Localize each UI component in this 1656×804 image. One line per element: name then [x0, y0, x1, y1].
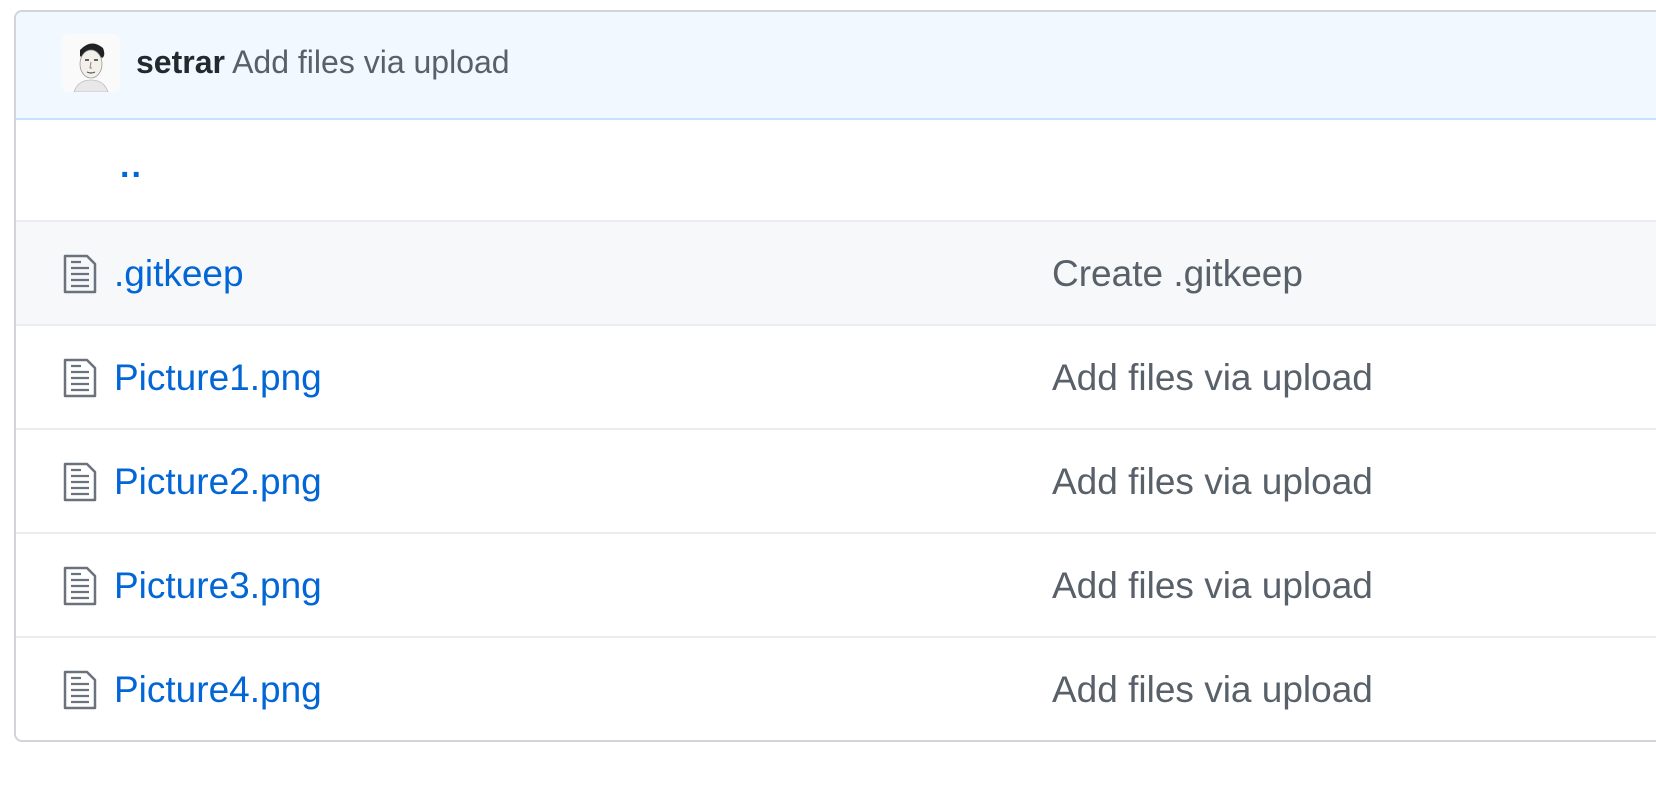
file-commit-message-link[interactable]: Add files via upload	[1052, 460, 1373, 504]
file-commit-message-link[interactable]: Add files via upload	[1052, 564, 1373, 608]
file-row: Picture3.png Add files via upload	[16, 534, 1656, 638]
file-name-link[interactable]: Picture3.png	[114, 564, 322, 608]
file-icon	[63, 358, 97, 398]
file-name-link[interactable]: .gitkeep	[114, 252, 244, 296]
author-avatar[interactable]	[62, 34, 120, 92]
file-row: .gitkeep Create .gitkeep	[16, 222, 1656, 326]
file-name-link[interactable]: Picture2.png	[114, 460, 322, 504]
file-commit-message-link[interactable]: Create .gitkeep	[1052, 252, 1303, 296]
file-commit-message-link[interactable]: Add files via upload	[1052, 668, 1373, 712]
parent-directory-row: ..	[16, 120, 1656, 222]
file-listing: setrar Add files via upload .. .gitkeep …	[14, 10, 1656, 742]
latest-commit-bar: setrar Add files via upload	[16, 12, 1656, 120]
file-row: Picture2.png Add files via upload	[16, 430, 1656, 534]
file-name-link[interactable]: Picture4.png	[114, 668, 322, 712]
file-commit-message-link[interactable]: Add files via upload	[1052, 356, 1373, 400]
file-icon	[63, 566, 97, 606]
file-icon	[63, 254, 97, 294]
file-row: Picture4.png Add files via upload	[16, 638, 1656, 740]
file-icon	[63, 670, 97, 710]
file-row: Picture1.png Add files via upload	[16, 326, 1656, 430]
file-icon	[63, 462, 97, 502]
commit-author-link[interactable]: setrar	[136, 44, 225, 80]
commit-summary: setrar Add files via upload	[136, 42, 510, 82]
parent-directory-link[interactable]: ..	[120, 146, 143, 186]
file-name-link[interactable]: Picture1.png	[114, 356, 322, 400]
commit-message-link[interactable]: Add files via upload	[232, 44, 510, 80]
